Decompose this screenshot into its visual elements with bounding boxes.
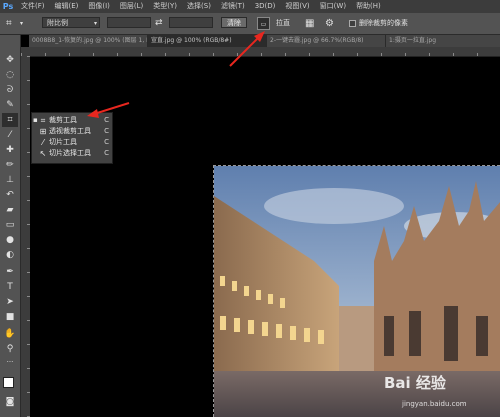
chevron-down-icon: ▾ — [93, 20, 97, 27]
menu-help[interactable]: 帮助(H) — [351, 0, 386, 13]
menu-select[interactable]: 选择(S) — [182, 0, 216, 13]
tab-document-4[interactable]: 1:摄页一拉直.jpg — [386, 35, 500, 47]
clone-stamp-icon[interactable]: ⊥ — [2, 173, 18, 187]
gradient-tool-icon[interactable]: ▭ — [2, 218, 18, 232]
crop-tool-icon[interactable]: ⌗ — [2, 113, 18, 127]
hand-tool-icon[interactable]: ✋ — [2, 327, 18, 341]
menu-view[interactable]: 视图(V) — [280, 0, 314, 13]
slice-select-icon: ↖ — [39, 149, 47, 158]
history-brush-icon[interactable]: ↶ — [2, 188, 18, 202]
marquee-tool-icon[interactable]: ◌ — [2, 68, 18, 82]
menu-3d[interactable]: 3D(D) — [250, 0, 281, 13]
lasso-tool-icon[interactable]: ᘐ — [2, 83, 18, 97]
foreground-color-swatch[interactable] — [3, 377, 14, 388]
move-tool-icon[interactable]: ✥ — [2, 53, 18, 67]
menu-edit[interactable]: 编辑(E) — [50, 0, 84, 13]
menu-bar: Ps 文件(F) 编辑(E) 图像(I) 图层(L) 类型(Y) 选择(S) 滤… — [0, 0, 500, 13]
menu-image[interactable]: 图像(I) — [83, 0, 115, 13]
annotation-arrow-to-straighten — [229, 31, 265, 67]
type-tool-icon[interactable]: T — [2, 280, 18, 294]
path-select-icon[interactable]: ➤ — [2, 295, 18, 309]
brush-tool-icon[interactable]: ✏ — [2, 158, 18, 172]
dodge-tool-icon[interactable]: ◐ — [2, 248, 18, 262]
clear-button[interactable]: 清除 — [221, 17, 247, 28]
swap-arrows-icon[interactable]: ⇄ — [155, 17, 163, 30]
rectangle-tool-icon[interactable]: ■ — [2, 310, 18, 324]
width-field[interactable] — [107, 17, 151, 28]
perspective-crop-icon: ⊞ — [39, 127, 47, 136]
tab-document-1[interactable]: 0008B8_1-恢复的.jpg @ 100% (图层 1, RGB/8*) — [29, 35, 148, 47]
zoom-tool-icon[interactable]: ⚲ — [2, 342, 18, 356]
straighten-label[interactable]: 拉直 — [276, 17, 290, 30]
more-tools-icon[interactable]: ··· — [2, 355, 18, 369]
photoshop-logo: Ps — [2, 2, 14, 11]
eraser-tool-icon[interactable]: ▰ — [2, 203, 18, 217]
menu-layer[interactable]: 图层(L) — [115, 0, 148, 13]
ratio-select-value: 附比例 — [47, 19, 68, 27]
menu-type[interactable]: 类型(Y) — [148, 0, 182, 13]
baidu-watermark: Bai 经验 jingyan.baidu.com — [384, 374, 467, 408]
menu-file[interactable]: 文件(F) — [16, 0, 50, 13]
overlay-grid-icon[interactable]: ▦ — [305, 17, 314, 30]
flyout-item-perspective-crop[interactable]: ⊞ 透视裁剪工具 C — [32, 126, 112, 137]
gear-icon[interactable]: ⚙ — [325, 17, 334, 30]
menu-window[interactable]: 窗口(W) — [315, 0, 351, 13]
quick-select-tool-icon[interactable]: ✎ — [2, 98, 18, 112]
slice-icon: ⁄ — [42, 138, 44, 147]
menu-filter[interactable]: 滤镜(T) — [216, 0, 250, 13]
flyout-item-slice-select[interactable]: ↖ 切片选择工具 C — [32, 148, 112, 159]
dropdown-arrow-icon[interactable]: ▾ — [20, 17, 23, 30]
flyout-item-slice[interactable]: ⁄ 切片工具 C — [32, 137, 112, 148]
active-bullet-icon: ▪ — [33, 116, 38, 124]
tools-panel: ✥ ◌ ᘐ ✎ ⌗ ⁄ ✚ ✏ ⊥ ↶ ▰ ▭ ● ◐ ✒ T ➤ ■ ✋ ⚲ … — [0, 35, 21, 417]
height-field[interactable] — [169, 17, 213, 28]
quick-mask-icon[interactable]: ◙ — [2, 395, 18, 409]
delete-cropped-checkbox[interactable] — [349, 20, 356, 27]
pen-tool-icon[interactable]: ✒ — [2, 265, 18, 279]
eyedropper-tool-icon[interactable]: ⁄ — [2, 128, 18, 142]
delete-cropped-label: 删除裁剪的像素 — [359, 19, 408, 27]
tab-document-3[interactable]: 2-一键去霾.jpg @ 66.7%(RGB/8) — [267, 35, 386, 47]
annotation-arrow-to-crop-tool — [87, 102, 130, 118]
blur-tool-icon[interactable]: ● — [2, 233, 18, 247]
crop-icon: ⌗ — [40, 116, 46, 125]
crop-tool-icon[interactable]: ⌗ — [6, 17, 12, 30]
healing-brush-icon[interactable]: ✚ — [2, 143, 18, 157]
ratio-select[interactable]: 附比例 ▾ — [42, 17, 100, 28]
